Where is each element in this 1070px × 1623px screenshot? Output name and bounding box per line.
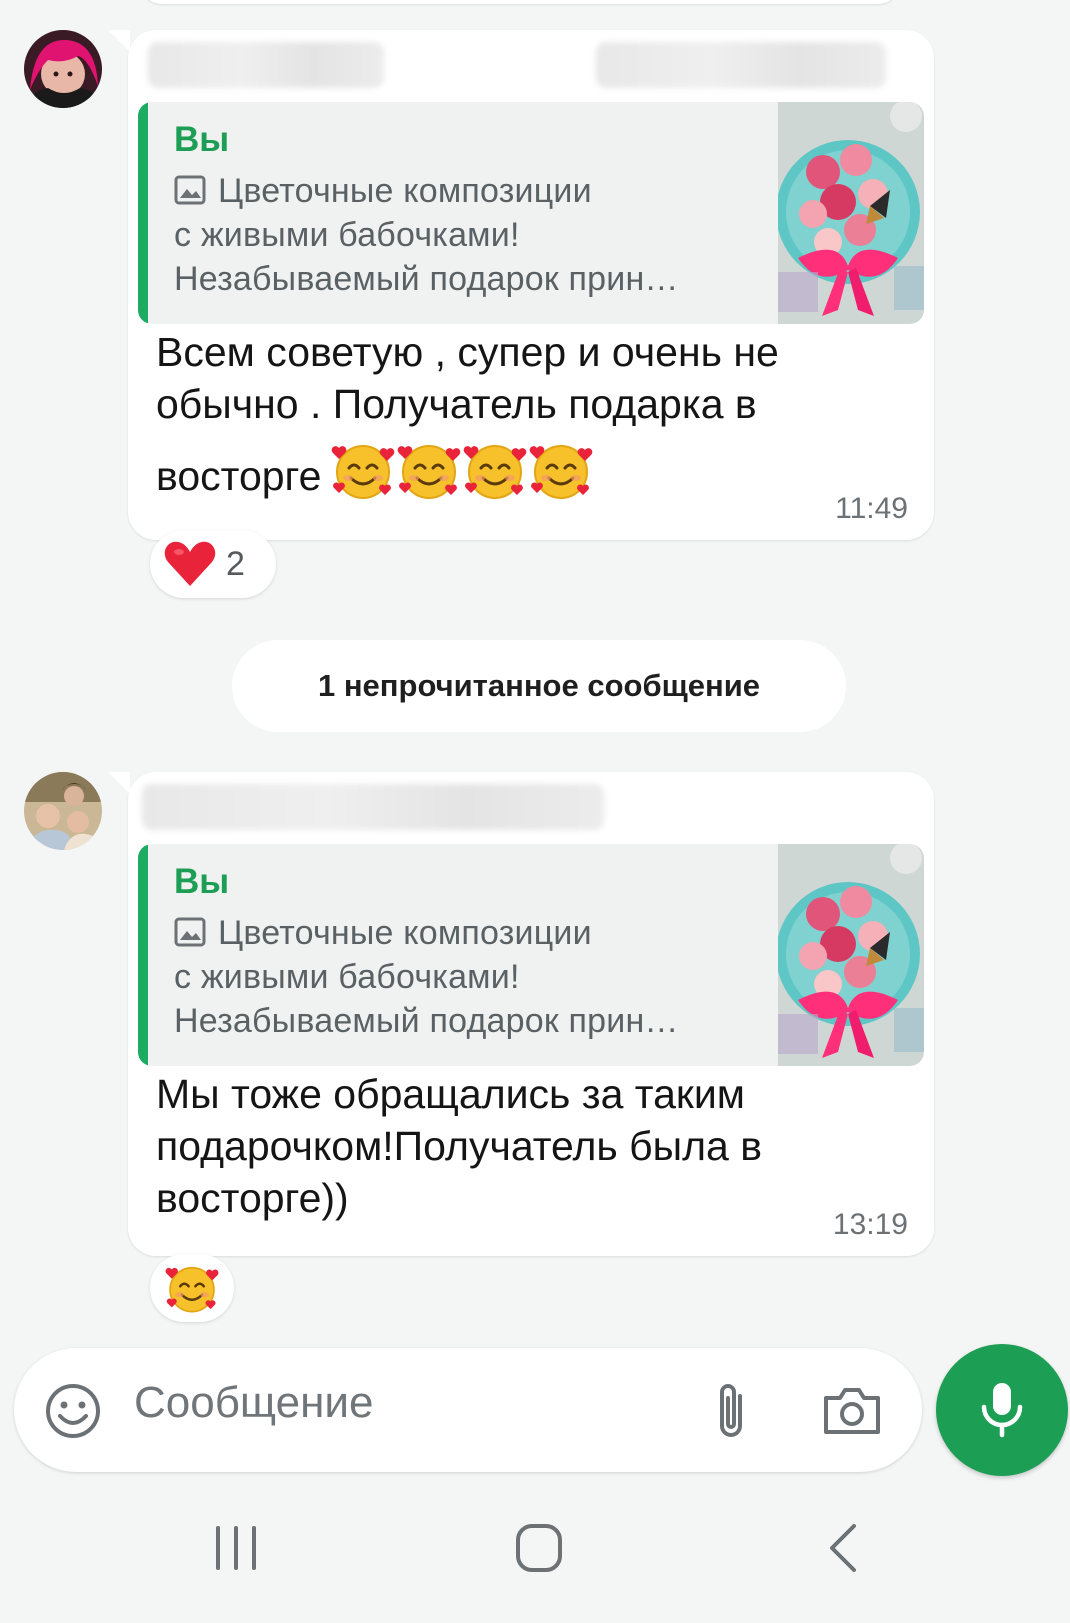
reaction-count: 2 xyxy=(226,544,245,583)
quoted-message[interactable]: Вы Цветочные композиции с живыми бабочка… xyxy=(138,844,924,1066)
camera-icon[interactable] xyxy=(822,1384,882,1436)
quote-author: Вы xyxy=(174,862,230,901)
smiling-face-with-hearts-icon xyxy=(463,438,527,502)
quote-line-text: Цветочные композиции xyxy=(218,914,592,952)
smiling-face-with-hearts-icon xyxy=(165,1261,219,1315)
quoted-message[interactable]: Вы Цветочные композиции с живыми бабочка… xyxy=(138,102,924,324)
emoji-sequence xyxy=(331,438,595,502)
reaction-badge[interactable]: 2 xyxy=(150,530,276,598)
quote-line-text: Цветочные композиции xyxy=(218,172,592,210)
smiley-icon[interactable] xyxy=(44,1382,102,1440)
recent-apps-icon[interactable] xyxy=(212,1518,260,1578)
smiling-face-with-hearts-icon xyxy=(397,438,461,502)
quote-line: с живыми бабочками! xyxy=(174,958,520,996)
quote-author: Вы xyxy=(174,120,230,159)
paperclip-icon[interactable] xyxy=(712,1380,752,1442)
bubble-tail xyxy=(108,772,130,794)
sender-avatar[interactable] xyxy=(24,30,102,108)
quote-line: Цветочные композиции xyxy=(174,914,592,953)
previous-message-bottom xyxy=(140,0,900,4)
message-text-line: Мы тоже обращались за таким xyxy=(156,1071,745,1117)
sender-avatar[interactable] xyxy=(24,772,102,850)
message-text-line: Всем советую , супер и очень не xyxy=(156,329,779,375)
sender-phone-redacted xyxy=(596,42,886,88)
sender-name-redacted xyxy=(142,784,604,830)
message-text-line: обычно . Получатель подарка в xyxy=(156,381,757,427)
unread-messages-divider: 1 непрочитанное сообщение xyxy=(232,640,846,732)
quote-line: Незабываемый подарок прин… xyxy=(174,260,679,298)
quote-accent-bar xyxy=(138,844,148,1066)
sender-name-redacted xyxy=(148,42,384,88)
quote-thumbnail-image xyxy=(778,844,924,1066)
smiling-face-with-hearts-icon xyxy=(529,438,593,502)
smiling-face-with-hearts-icon xyxy=(331,438,395,502)
quote-line: с живыми бабочками! xyxy=(174,216,520,254)
red-heart-icon xyxy=(164,541,216,586)
back-icon[interactable] xyxy=(822,1518,862,1578)
quote-line: Незабываемый подарок прин… xyxy=(174,1002,679,1040)
home-icon[interactable] xyxy=(514,1518,564,1578)
message-bubble[interactable]: Вы Цветочные композиции с живыми бабочка… xyxy=(108,772,934,1256)
image-icon xyxy=(174,175,206,205)
system-navigation-bar xyxy=(0,1488,1070,1623)
message-time: 13:19 xyxy=(832,1208,908,1241)
bubble-tail xyxy=(108,30,130,52)
message-input[interactable] xyxy=(134,1378,654,1428)
message-text-line: подарочком!Получатель была в xyxy=(156,1123,763,1169)
message-bubble[interactable]: Вы Цветочные композиции с живыми бабочка… xyxy=(108,30,934,540)
quote-thumbnail-image xyxy=(778,102,924,324)
image-icon xyxy=(174,917,206,947)
voice-record-button[interactable] xyxy=(936,1344,1068,1476)
quote-accent-bar xyxy=(138,102,148,324)
microphone-icon xyxy=(981,1383,1023,1438)
message-time: 11:49 xyxy=(835,492,908,525)
message-text-line-last: восторге xyxy=(156,438,876,502)
message-composer xyxy=(14,1348,922,1472)
message-text: Мы тоже обращались за таким подарочком!П… xyxy=(156,1068,876,1224)
message-text: Всем советую , супер и очень не обычно .… xyxy=(156,326,876,502)
message-text-line: восторге)) xyxy=(156,1175,349,1221)
quote-line: Цветочные композиции xyxy=(174,172,592,211)
message-text-line: восторге xyxy=(156,453,322,499)
reaction-badge[interactable] xyxy=(150,1254,234,1322)
